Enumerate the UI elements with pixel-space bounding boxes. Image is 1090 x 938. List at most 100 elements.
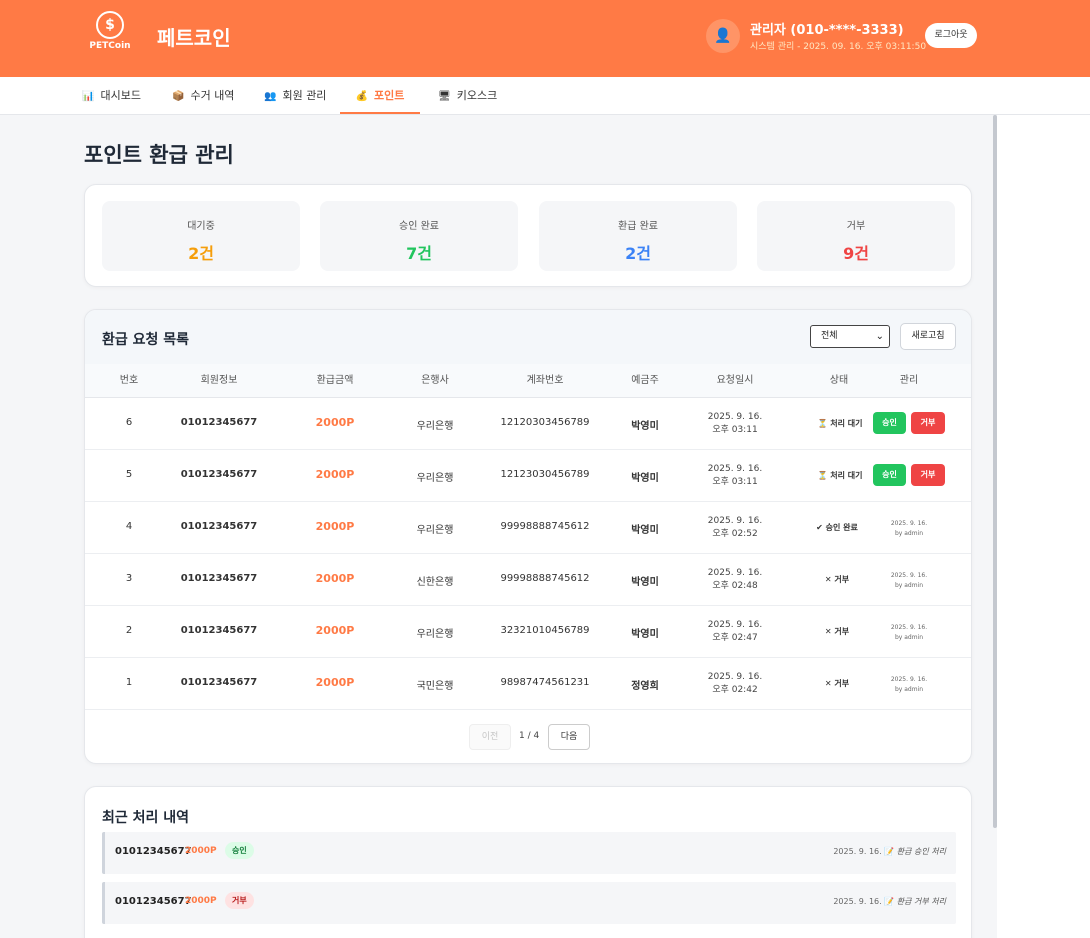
users-icon: 👥 <box>264 91 277 102</box>
admin-status: 시스템 관리 - 2025. 09. 16. 오후 03:11:50 <box>750 42 927 52</box>
status-badge: ✔ 승인 완료 <box>816 523 858 532</box>
processed-note: 2025. 9. 16. by admin <box>875 519 943 539</box>
logout-button[interactable]: 로그아웃 <box>925 23 977 48</box>
memo-icon: 📝 <box>884 897 895 906</box>
reject-button[interactable]: 거부 <box>911 464 945 486</box>
table-row[interactable]: 1 01012345677 2000P 국민은행 98987474561231 정영희 20… <box>85 658 971 710</box>
account-holder: 정영희 <box>631 681 659 692</box>
filter-value: 전체 <box>821 331 838 341</box>
tab-label: 포인트 <box>374 89 405 102</box>
status-badge: ✕ 거부 <box>824 627 850 636</box>
col-header: 계좌번호 <box>526 375 564 386</box>
refund-amount: 2000P <box>315 676 355 689</box>
recent-date: 2025. 9. 16. <box>833 897 882 906</box>
request-date: 2025. 9. 16. 오후 02:47 <box>695 619 775 645</box>
refresh-button[interactable]: 새로고침 <box>900 323 956 350</box>
coin-icon: $ <box>96 11 124 39</box>
recent-title: 최근 처리 내역 <box>102 810 190 826</box>
tab-kiosk[interactable]: 🖥 키오스크 <box>438 77 497 114</box>
tab-dashboard[interactable]: 📊 대시보드 <box>82 77 141 114</box>
row-number: 5 <box>125 469 133 480</box>
account-holder: 박영미 <box>631 577 659 588</box>
request-date-line: 2025. 9. 16. <box>707 464 763 474</box>
table-row[interactable]: 4 01012345677 2000P 우리은행 99998888745612 박영미 20… <box>85 502 971 554</box>
processed-note: 2025. 9. 16. by admin <box>875 675 943 695</box>
scroll-track <box>997 115 1090 938</box>
request-time-line: 오후 02:48 <box>712 581 758 591</box>
table-header: 번호 회원정보 환급금액 은행사 계좌번호 예금주 요청일시 상태 관리 <box>85 364 971 398</box>
chevron-down-icon: ⌄ <box>875 331 884 342</box>
col-header: 예금주 <box>631 375 659 386</box>
tab-collection[interactable]: 📦 수거 내역 <box>172 77 234 114</box>
refund-amount: 2000P <box>315 624 355 637</box>
approve-button[interactable]: 승인 <box>873 464 906 486</box>
col-header: 상태 <box>829 375 849 386</box>
page-info: 1 / 4 <box>519 731 540 741</box>
stat-approved: 승인 완료 7건 <box>320 201 518 271</box>
account-number: 12120303456789 <box>500 417 590 428</box>
account-holder: 박영미 <box>631 525 659 536</box>
recent-meta: 2025. 9. 16. 📝 환급 거부 처리 <box>833 896 946 907</box>
recent-member: 01012345677 <box>115 896 192 907</box>
recent-note: 환급 승인 처리 <box>896 847 946 856</box>
status-badge: ⏳ 처리 대기 <box>817 419 863 428</box>
recent-note: 환급 거부 처리 <box>896 897 946 906</box>
box-icon: 📦 <box>172 91 185 102</box>
stat-label: 대기중 <box>187 221 215 232</box>
list-title: 환급 요청 목록 <box>102 332 190 348</box>
request-time-line: 오후 02:42 <box>712 685 758 695</box>
recent-amount: 2000P <box>185 846 217 856</box>
reject-button[interactable]: 거부 <box>911 412 945 434</box>
bank-name: 국민은행 <box>416 681 454 692</box>
stat-label: 승인 완료 <box>399 221 439 232</box>
table-row[interactable]: 5 01012345677 2000P 우리은행 12123030456789 박영미 20… <box>85 450 971 502</box>
request-time-line: 오후 02:52 <box>712 529 758 539</box>
recent-member: 01012345677 <box>115 846 192 857</box>
admin-avatar-icon: 👤 <box>706 19 740 53</box>
stat-value: 2건 <box>625 244 651 263</box>
stat-rejected: 거부 9건 <box>757 201 955 271</box>
tab-points[interactable]: 💰 포인트 <box>340 77 420 114</box>
member-id: 01012345677 <box>180 521 258 532</box>
request-date-line: 2025. 9. 16. <box>707 672 763 682</box>
recent-amount: 2000P <box>185 896 217 906</box>
prev-page-button[interactable]: 이전 <box>469 724 511 750</box>
request-date: 2025. 9. 16. 오후 02:42 <box>695 671 775 697</box>
request-date-line: 2025. 9. 16. <box>707 568 763 578</box>
request-date: 2025. 9. 16. 오후 02:48 <box>695 567 775 593</box>
scrollbar[interactable] <box>993 115 997 828</box>
app-header: $ PETCoin 페트코인 👤 관리자 (010-****-3333) 시스템… <box>0 0 1090 77</box>
tab-members[interactable]: 👥 회원 관리 <box>264 77 326 114</box>
table-row[interactable]: 3 01012345677 2000P 신한은행 99998888745612 박영미 20… <box>85 554 971 606</box>
processed-date: 2025. 9. 16. <box>890 624 928 631</box>
stats-card: 대기중 2건 승인 완료 7건 환급 완료 2건 거부 9건 <box>84 184 972 287</box>
processed-by: by admin <box>894 686 924 693</box>
refund-amount: 2000P <box>315 520 355 533</box>
request-date-line: 2025. 9. 16. <box>707 412 763 422</box>
status-filter-select[interactable]: 전체 ⌄ <box>810 325 890 348</box>
refund-list-card: 환급 요청 목록 전체 ⌄ 새로고침 번호 회원정보 환급금액 은행사 계좌번호 … <box>84 309 972 764</box>
pagination: 이전 1 / 4 다음 <box>85 710 971 763</box>
monitor-icon: 🖥 <box>438 91 451 102</box>
bank-name: 우리은행 <box>416 629 454 640</box>
account-holder: 박영미 <box>631 473 659 484</box>
processed-by: by admin <box>894 582 924 589</box>
page-title: 포인트 환급 관리 <box>84 143 234 167</box>
stat-value: 7건 <box>406 244 432 263</box>
petcoin-logo[interactable]: $ PETCoin <box>88 11 132 55</box>
admin-name: 관리자 (010-****-3333) <box>750 23 904 38</box>
request-time-line: 오후 03:11 <box>712 425 758 435</box>
col-header: 요청일시 <box>716 375 754 386</box>
table-row[interactable]: 2 01012345677 2000P 우리은행 32321010456789 박영미 20… <box>85 606 971 658</box>
status-badge: ✕ 거부 <box>824 679 850 688</box>
recent-status-badge: 승인 <box>225 842 254 859</box>
moneybag-icon: 💰 <box>355 91 369 102</box>
bank-name: 우리은행 <box>416 473 454 484</box>
stat-value: 2건 <box>188 244 214 263</box>
request-date: 2025. 9. 16. 오후 03:11 <box>695 463 775 489</box>
approve-button[interactable]: 승인 <box>873 412 906 434</box>
account-number: 99998888745612 <box>500 521 590 532</box>
table-row[interactable]: 6 01012345677 2000P 우리은행 12120303456789 박영미 20… <box>85 398 971 450</box>
processed-by: by admin <box>894 634 924 641</box>
next-page-button[interactable]: 다음 <box>548 724 590 750</box>
